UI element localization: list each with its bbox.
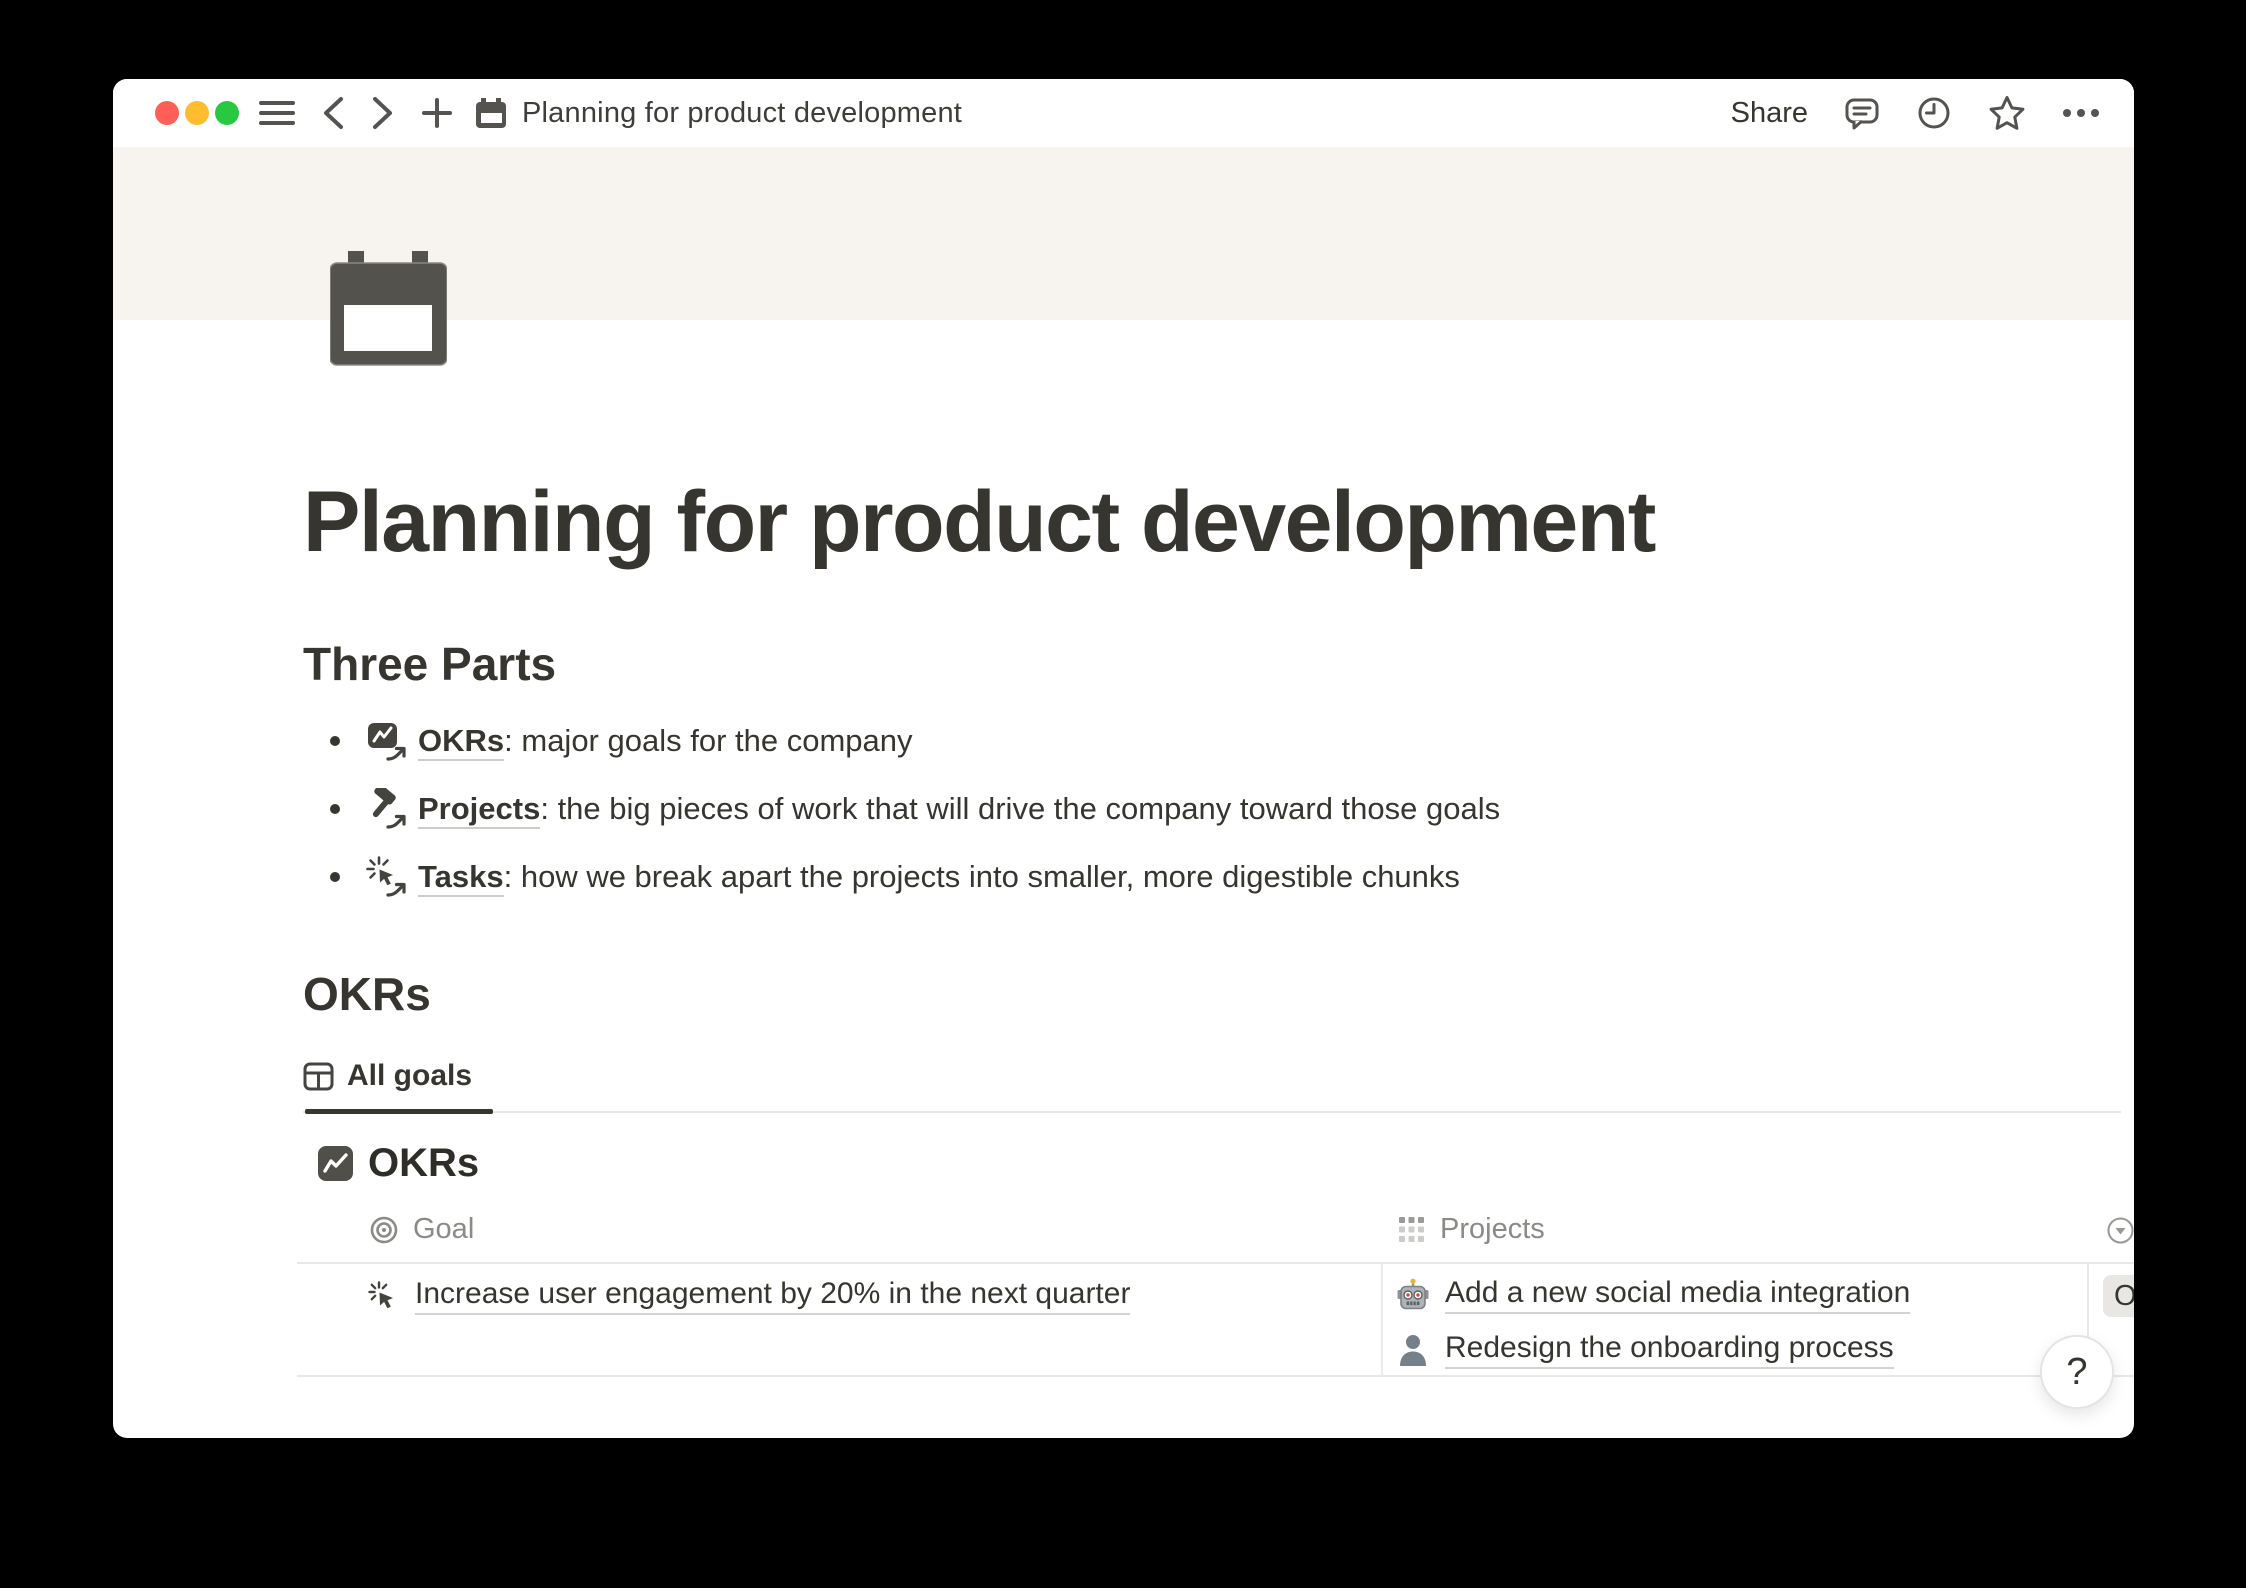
share-button[interactable]: Share (1731, 97, 1808, 130)
page-title: Planning for product development (303, 473, 1655, 572)
notion-window: Planning for product development Share (113, 79, 2134, 1438)
hammer-link-icon (366, 788, 408, 830)
grid-icon (1398, 1216, 1425, 1243)
okrs-heading: OKRs (303, 967, 431, 1021)
table-row-divider (297, 1375, 2134, 1377)
line-chart-icon (318, 1146, 353, 1181)
table-view-icon (303, 1062, 334, 1091)
column-header-goal-label: Goal (413, 1213, 474, 1246)
project-page-link[interactable]: Redesign the onboarding process (1445, 1331, 1894, 1369)
column-header-projects-label: Projects (1440, 1213, 1545, 1246)
status-tag-label: O (2114, 1280, 2134, 1313)
list-item-description: : major goals for the company (504, 723, 912, 758)
tasks-page-link[interactable]: Tasks (418, 859, 504, 897)
hide-column-chevron-icon[interactable] (2107, 1217, 2134, 1244)
projects-page-link[interactable]: Projects (418, 791, 540, 829)
active-tab-underline (305, 1109, 493, 1114)
tab-all-goals[interactable]: All goals (303, 1055, 472, 1097)
list-item-text: Tasks: how we break apart the projects i… (418, 859, 1460, 895)
more-options-icon[interactable] (2062, 108, 2100, 118)
line-chart-link-icon (366, 720, 408, 762)
page-calendar-icon-small (475, 98, 508, 129)
history-clock-icon[interactable] (1916, 95, 1952, 131)
zoom-window-button[interactable] (215, 101, 239, 125)
forward-icon[interactable] (371, 96, 395, 130)
bullet-dot (330, 804, 340, 814)
list-item-text: OKRs: major goals for the company (418, 723, 913, 759)
database-title[interactable]: OKRs (368, 1141, 479, 1186)
three-parts-heading: Three Parts (303, 637, 556, 691)
robot-icon (1397, 1278, 1429, 1312)
goal-page-link[interactable]: Increase user engagement by 20% in the n… (415, 1277, 1130, 1315)
tab-all-goals-label: All goals (347, 1059, 472, 1093)
table-header-divider (297, 1262, 2134, 1264)
person-icon (1397, 1333, 1429, 1367)
new-page-icon[interactable] (421, 97, 453, 129)
titlebar: Planning for product development Share (113, 79, 2134, 147)
list-item-description: : the big pieces of work that will drive… (540, 791, 1500, 826)
help-button-label: ? (2066, 1351, 2087, 1394)
list-item: OKRs: major goals for the company (303, 707, 1500, 775)
table-row-project-cell: Redesign the onboarding process (1397, 1331, 1894, 1369)
sidebar-toggle-icon[interactable] (259, 99, 295, 127)
back-icon[interactable] (321, 96, 345, 130)
table-row-goal-cell: Increase user engagement by 20% in the n… (368, 1277, 1130, 1315)
close-window-button[interactable] (155, 101, 179, 125)
column-header-goal[interactable]: Goal (370, 1213, 474, 1246)
column-header-projects[interactable]: Projects (1398, 1213, 1545, 1246)
help-button[interactable]: ? (2040, 1335, 2114, 1409)
bullet-dot (330, 736, 340, 746)
list-item: Tasks: how we break apart the projects i… (303, 843, 1500, 911)
three-parts-list: OKRs: major goals for the company Projec… (303, 707, 1500, 911)
table-row-project-cell: Add a new social media integration (1397, 1276, 1910, 1314)
favorite-star-icon[interactable] (1988, 95, 2026, 131)
database-title-row: OKRs (318, 1141, 479, 1186)
list-item: Projects: the big pieces of work that wi… (303, 775, 1500, 843)
minimize-window-button[interactable] (185, 101, 209, 125)
bullet-dot (330, 872, 340, 882)
list-item-text: Projects: the big pieces of work that wi… (418, 791, 1500, 827)
comments-icon[interactable] (1844, 95, 1880, 131)
tab-divider-line (303, 1111, 2121, 1113)
status-tag[interactable]: O (2103, 1275, 2134, 1317)
page-calendar-icon[interactable] (330, 251, 447, 367)
list-item-description: : how we break apart the projects into s… (504, 859, 1460, 894)
target-icon (370, 1216, 398, 1244)
cursor-click-link-icon (366, 856, 408, 898)
cursor-click-icon (368, 1281, 398, 1311)
okrs-page-link[interactable]: OKRs (418, 723, 504, 761)
column-divider[interactable] (1381, 1263, 1383, 1375)
project-page-link[interactable]: Add a new social media integration (1445, 1276, 1910, 1314)
traffic-lights (155, 101, 239, 125)
titlebar-page-title: Planning for product development (522, 97, 962, 130)
